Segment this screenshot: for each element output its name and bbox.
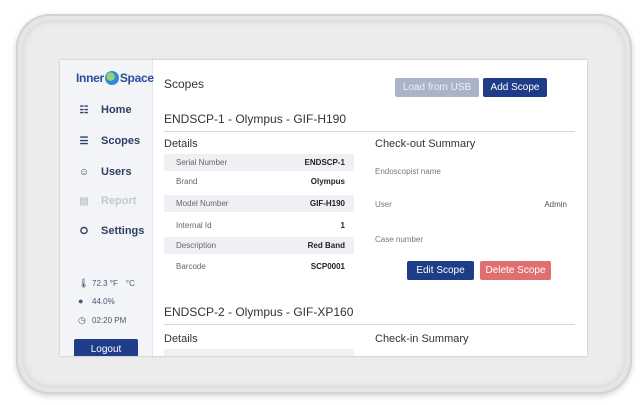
thermometer-icon: 🌡 [78,278,90,288]
time-value: 02:20 PM [92,316,127,325]
details-heading: Details [164,138,198,150]
sidebar-item-report[interactable]: ▤ Report [78,195,136,207]
load-from-usb-button[interactable]: Load from USB [395,78,479,97]
sidebar-item-users[interactable]: ☺ Users [78,166,132,178]
detail-label: Description [176,241,217,250]
sidebar-item-label: Scopes [101,135,141,147]
detail-row-serial-number: Serial Number ENDSCP-1 [164,154,354,171]
case-number-label: Case number [375,235,424,244]
scope-title: ENDSCP-1 - Olympus - GIF-H190 [164,112,347,126]
sidebar-item-scopes[interactable]: ☰ Scopes [78,135,141,147]
detail-label: Model Number [176,199,229,208]
user-value: Admin [544,200,567,209]
app-screen: Inner Space ☷ Home ☰ Scopes ☺ Users ▤ Re… [60,60,587,356]
logo-text-right: Space [119,71,154,85]
detail-value: 1 [340,221,345,230]
detail-row-barcode: Barcode SCP0001 [164,258,354,275]
checkin-summary-heading: Check-in Summary [375,333,469,345]
sidebar-item-label: Settings [101,225,145,237]
settings-icon: ⭘ [80,225,88,237]
detail-row-model-number: Model Number GIF-H190 [164,195,354,212]
detail-label: Barcode [176,262,206,271]
add-scope-button[interactable]: Add Scope [483,78,547,97]
endoscopist-name-label: Endoscopist name [375,167,441,176]
scope-title: ENDSCP-2 - Olympus - GIF-XP160 [164,305,354,319]
divider [164,324,575,325]
detail-label: Internal Id [176,221,212,230]
logout-button[interactable]: Logout [74,339,138,356]
detail-label: Serial Number [176,158,228,167]
checkout-summary-heading: Check-out Summary [375,138,476,150]
temperature-value: 72.3 °F [92,279,118,288]
detail-row-partial [164,349,354,356]
edit-scope-button[interactable]: Edit Scope [407,261,474,280]
humidity-value: 44.0% [92,296,115,306]
detail-value: SCP0001 [310,262,345,271]
sidebar-item-label: Report [101,195,137,207]
detail-value: Olympus [310,177,345,186]
globe-icon [104,71,119,85]
clock-icon: ◷ [78,315,86,325]
page-title: Scopes [164,77,205,91]
list-icon: ☰ [79,135,89,147]
detail-label: Brand [176,177,198,186]
person-icon: ☺ [78,166,90,178]
report-icon: ▤ [79,195,89,207]
time-readout: ◷ 02:20 PM [78,315,126,326]
sidebar-item-home[interactable]: ☷ Home [78,104,132,116]
humidity-readout: ● 44.0% [78,296,115,306]
delete-scope-button[interactable]: Delete Scope [480,261,551,280]
detail-row-description: Description Red Band [164,237,354,254]
sidebar-item-label: Users [101,166,132,178]
innerspace-logo[interactable]: Inner Space [76,69,154,87]
droplet-icon: ● [78,296,84,306]
sidebar: Inner Space ☷ Home ☰ Scopes ☺ Users ▤ Re… [60,60,154,356]
divider [164,131,575,132]
sidebar-item-settings[interactable]: ⭘ Settings [78,225,144,237]
detail-row-internal-id: Internal Id 1 [164,217,354,234]
detail-value: ENDSCP-1 [304,158,345,167]
detail-row-brand: Brand Olympus [164,173,354,190]
grid-icon: ☷ [79,104,89,116]
details-heading: Details [164,333,198,345]
detail-value: Red Band [307,241,345,250]
temperature-unit-toggle[interactable]: °C [126,279,135,288]
temperature-readout: 🌡 72.3 °F °C [78,278,135,289]
main-content: Scopes Load from USB Add Scope ENDSCP-1 … [153,60,587,356]
sidebar-item-label: Home [101,104,132,116]
detail-value: GIF-H190 [309,199,345,208]
logo-text-left: Inner [76,71,104,85]
user-label: User [375,200,392,209]
